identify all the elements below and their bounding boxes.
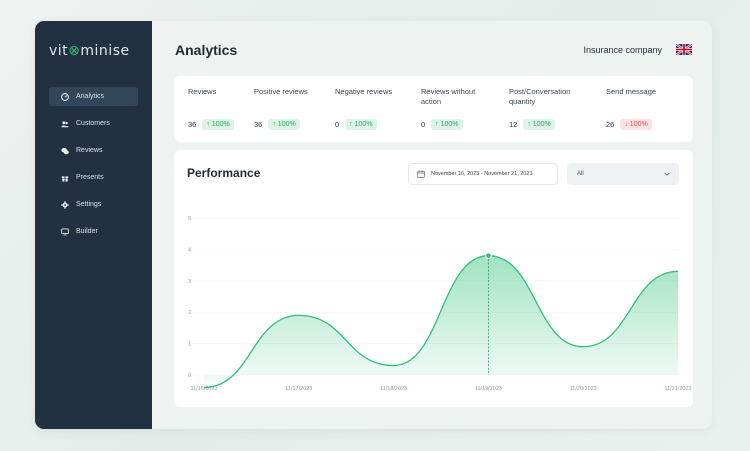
sidebar-item-settings[interactable]: Settings xyxy=(49,195,138,214)
stat-change-badge: ↑ 100% xyxy=(523,119,555,130)
sidebar-item-analytics[interactable]: Analytics xyxy=(49,87,138,106)
stat-positive-reviews: Positive reviews 36 ↑ 100% xyxy=(254,87,326,130)
stat-reviews-without-action: Reviews without action 0 ↑ 100% xyxy=(421,87,493,130)
performance-card: Performance November 16, 2023 - November… xyxy=(174,150,693,407)
users-icon xyxy=(61,120,69,127)
stat-value: 12 xyxy=(509,120,518,129)
stat-label: Negative reviews xyxy=(335,87,393,96)
y-tick-label: 2 xyxy=(188,310,191,316)
sidebar-item-label: Customers xyxy=(76,120,110,127)
stat-label: Reviews without action xyxy=(421,87,476,106)
sidebar-item-label: Reviews xyxy=(76,147,103,154)
x-tick-label: 11/19/2023 xyxy=(475,386,502,392)
uk-flag-icon[interactable] xyxy=(676,44,692,55)
sidebar-item-label: Analytics xyxy=(76,93,105,100)
stat-change-badge: ↑ 100% xyxy=(202,119,234,130)
company-selector[interactable]: Insurance company xyxy=(583,45,662,55)
y-tick-label: 0 xyxy=(188,373,191,379)
sidebar-item-customers[interactable]: Customers xyxy=(49,114,138,133)
page-title: Analytics xyxy=(175,42,238,58)
gear-icon xyxy=(61,200,69,209)
stats-card: Reviews 36 ↑ 100% Positive reviews 36 ↑ 10… xyxy=(174,76,693,142)
logo[interactable]: vit⊗minise xyxy=(49,43,130,59)
stat-change-badge: ↑ 100% xyxy=(431,119,463,130)
sidebar: vit⊗minise Analytics Customers Reviews P… xyxy=(35,21,152,429)
sidebar-item-label: Builder xyxy=(76,228,98,235)
monitor-icon xyxy=(61,228,69,235)
performance-chart: 01234511/16/2023 11/17/2023 11/18/2023 11/1… xyxy=(188,216,692,392)
x-tick-label: 11/17/2023 xyxy=(285,386,312,392)
stat-value: 0 xyxy=(335,120,340,129)
main-content: Analytics Insurance company Reviews 36 ↑ … xyxy=(152,21,712,429)
sidebar-item-reviews[interactable]: Reviews xyxy=(49,141,138,160)
x-tick-label: 11/18/2023 xyxy=(380,386,407,392)
gauge-icon xyxy=(61,92,69,101)
sidebar-item-label: Settings xyxy=(76,201,102,208)
stat-label: Positive reviews xyxy=(254,87,308,96)
app-window: vit⊗minise Analytics Customers Reviews P… xyxy=(35,21,712,429)
chat-icon xyxy=(61,147,69,154)
stat-change-badge: ↑ 100% xyxy=(345,119,377,130)
stat-label: Reviews xyxy=(188,87,217,96)
series-area xyxy=(204,255,678,388)
stat-value: 36 xyxy=(254,120,263,129)
logo-text-start: vit xyxy=(49,43,69,59)
stat-post-conversation-quantity: Post/Conversation quantity 12 ↑ 100% xyxy=(509,87,589,130)
stat-send-message: Send message 26 ↓ 100% xyxy=(606,87,678,130)
logo-text-end: minise xyxy=(80,43,130,59)
gift-icon xyxy=(61,175,69,182)
y-tick-label: 5 xyxy=(188,216,191,222)
stat-value: 26 xyxy=(606,120,615,129)
stat-value: 0 xyxy=(421,120,426,129)
sidebar-item-builder[interactable]: Builder xyxy=(49,222,138,241)
sidebar-item-presents[interactable]: Presents xyxy=(49,168,138,187)
stat-reviews: Reviews 36 ↑ 100% xyxy=(188,87,260,130)
stat-change-badge: ↑ 100% xyxy=(268,119,300,130)
stat-change-badge: ↓ 100% xyxy=(620,119,652,130)
stat-label: Send message xyxy=(606,87,657,96)
y-tick-label: 4 xyxy=(188,247,191,253)
stat-value: 36 xyxy=(188,120,197,129)
x-tick-label: 11/21/2023 xyxy=(664,386,691,392)
sidebar-item-label: Presents xyxy=(76,174,104,181)
y-tick-label: 3 xyxy=(188,279,191,285)
logo-mark-icon: ⊗ xyxy=(68,43,81,59)
highlight-point xyxy=(485,252,492,259)
stat-negative-reviews: Negative reviews 0 ↑ 100% xyxy=(335,87,407,130)
x-tick-label: 11/20/2023 xyxy=(570,386,597,392)
sidebar-nav: Analytics Customers Reviews Presents Set… xyxy=(49,87,138,249)
stat-label: Post/Conversation quantity xyxy=(509,87,571,106)
y-tick-label: 1 xyxy=(188,342,191,348)
